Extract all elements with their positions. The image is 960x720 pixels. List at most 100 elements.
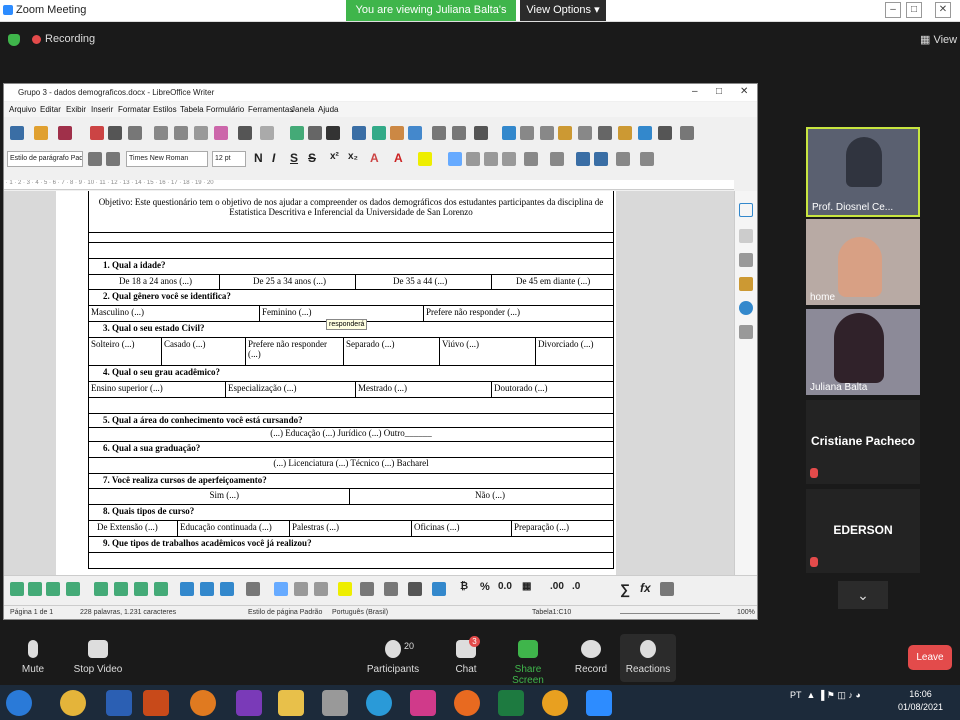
answer-cell[interactable]: De 35 a 44 (...) <box>355 275 491 289</box>
status-zoom[interactable]: 100% <box>737 609 755 616</box>
new-icon[interactable] <box>10 126 24 140</box>
answer-cell[interactable]: Prefere não responder (...) <box>245 338 343 365</box>
participant-tile[interactable]: Cristiane Pacheco <box>806 400 920 484</box>
highlight-icon[interactable] <box>418 152 432 166</box>
find-replace-icon[interactable] <box>290 126 304 140</box>
zoom-taskbar-icon[interactable] <box>586 690 612 716</box>
menu-editar[interactable]: Editar <box>40 105 61 114</box>
reactions-button[interactable]: Reactions <box>620 634 676 682</box>
status-language[interactable]: Português (Brasil) <box>332 609 388 616</box>
answer-cell[interactable]: De 45 em diante (...) <box>491 275 615 289</box>
table-icon[interactable] <box>154 582 168 596</box>
answer-cell[interactable]: Ensino superior (...) <box>89 382 225 397</box>
paragraph-spacing-icon[interactable] <box>640 152 654 166</box>
insert-image-icon[interactable] <box>372 126 386 140</box>
borders-icon[interactable] <box>384 582 398 596</box>
table-icon[interactable] <box>114 582 128 596</box>
table-icon[interactable] <box>94 582 108 596</box>
formula-icon[interactable]: fx <box>640 581 651 595</box>
start-icon[interactable] <box>6 690 32 716</box>
document-area[interactable]: Objetivo: Este questionário tem o objeti… <box>4 191 734 575</box>
font-name-combo[interactable]: Times New Roman <box>126 151 208 167</box>
participant-tile[interactable]: EDERSON <box>806 489 920 573</box>
answer-cell[interactable]: Divorciado (...) <box>535 338 615 365</box>
center-vertically-icon[interactable] <box>294 582 308 596</box>
save-icon[interactable] <box>58 126 72 140</box>
menu-estilos[interactable]: Estilos <box>153 105 177 114</box>
superscript-icon[interactable]: x² <box>330 151 339 162</box>
navigator-icon[interactable] <box>739 301 753 315</box>
answer-cell[interactable]: Educação continuada (...) <box>177 521 289 536</box>
answer-cell[interactable]: Viúvo (...) <box>439 338 535 365</box>
numbering-icon[interactable] <box>550 152 564 166</box>
page-break-icon[interactable] <box>432 126 446 140</box>
answer-cell[interactable]: Preparação (...) <box>511 521 615 536</box>
menu-exibir[interactable]: Exibir <box>66 105 86 114</box>
shield-icon[interactable] <box>8 34 20 46</box>
ruler[interactable]: · 1 · 2 · 3 · 4 · 5 · 6 · 7 · 8 · 9 · 10… <box>4 180 734 190</box>
percent-icon[interactable]: % <box>480 581 490 593</box>
table-properties-icon[interactable] <box>660 582 674 596</box>
manage-changes-icon[interactable] <box>739 325 753 339</box>
answer-cell[interactable]: Separado (...) <box>343 338 439 365</box>
comment-icon[interactable] <box>598 126 612 140</box>
number-format-icon[interactable]: 0.0 <box>498 581 512 592</box>
bullets-icon[interactable] <box>524 152 538 166</box>
update-style-icon[interactable] <box>88 152 102 166</box>
app-icon[interactable] <box>143 690 169 716</box>
film-icon[interactable] <box>322 690 348 716</box>
field-icon[interactable] <box>452 126 466 140</box>
align-bottom-icon[interactable] <box>314 582 328 596</box>
align-top-icon[interactable] <box>274 582 288 596</box>
cross-reference-icon[interactable] <box>578 126 592 140</box>
menu-ajuda[interactable]: Ajuda <box>318 105 338 114</box>
optimize-size-icon[interactable] <box>246 582 260 596</box>
line-icon[interactable] <box>638 126 652 140</box>
paragraph-style-combo[interactable]: Estilo de parágrafo Padrão <box>7 151 83 167</box>
app-icon[interactable] <box>410 690 436 716</box>
formatting-marks-icon[interactable] <box>326 126 340 140</box>
justify-icon[interactable] <box>502 152 516 166</box>
answer-cell[interactable]: Oficinas (...) <box>411 521 511 536</box>
answer-cell[interactable]: Especialização (...) <box>225 382 355 397</box>
footnote-icon[interactable] <box>520 126 534 140</box>
insert-chart-icon[interactable] <box>390 126 404 140</box>
italic-icon[interactable]: I <box>272 151 275 165</box>
align-center-icon[interactable] <box>466 152 480 166</box>
answer-cell[interactable]: Casado (...) <box>161 338 245 365</box>
date-icon[interactable]: ▦ <box>522 581 531 592</box>
track-changes-icon[interactable] <box>618 126 632 140</box>
shapes-icon[interactable] <box>658 126 672 140</box>
border-style-icon[interactable] <box>408 582 422 596</box>
recording-label[interactable]: Recording <box>45 33 95 45</box>
indent-increase-icon[interactable] <box>576 152 590 166</box>
zoom-slider[interactable] <box>620 613 720 614</box>
maximize-button[interactable]: □ <box>906 2 922 18</box>
answer-cell[interactable]: Masculino (...) <box>89 306 259 321</box>
minimize-button[interactable]: – <box>885 2 901 18</box>
avast-icon[interactable] <box>542 690 568 716</box>
align-left-icon[interactable] <box>448 152 462 166</box>
font-size-combo[interactable]: 12 pt <box>212 151 246 167</box>
bold-icon[interactable]: N <box>254 151 263 165</box>
answer-cell[interactable]: Mestrado (...) <box>355 382 491 397</box>
onenote-icon[interactable] <box>236 690 262 716</box>
view-options-button[interactable]: View Options ▾ <box>520 0 606 21</box>
insert-table-icon[interactable] <box>352 126 366 140</box>
styles-icon[interactable] <box>739 253 753 267</box>
undo-icon[interactable] <box>238 126 252 140</box>
add-decimal-icon[interactable]: .00 <box>550 581 564 592</box>
edge-icon[interactable] <box>366 690 392 716</box>
status-page[interactable]: Página 1 de 1 <box>10 609 53 616</box>
menu-inserir[interactable]: Inserir <box>91 105 113 114</box>
align-right-icon[interactable] <box>484 152 498 166</box>
language-indicator[interactable]: PT <box>790 690 802 700</box>
menu-janela[interactable]: Janela <box>291 105 315 114</box>
currency-icon[interactable]: ₿ <box>460 581 468 592</box>
clear-format-icon[interactable]: A <box>370 151 379 165</box>
excel-icon[interactable] <box>498 690 524 716</box>
table-icon[interactable] <box>134 582 148 596</box>
table-icon[interactable] <box>46 582 60 596</box>
strikethrough-icon[interactable]: S <box>308 151 316 165</box>
sum-icon[interactable]: ∑ <box>620 581 630 597</box>
